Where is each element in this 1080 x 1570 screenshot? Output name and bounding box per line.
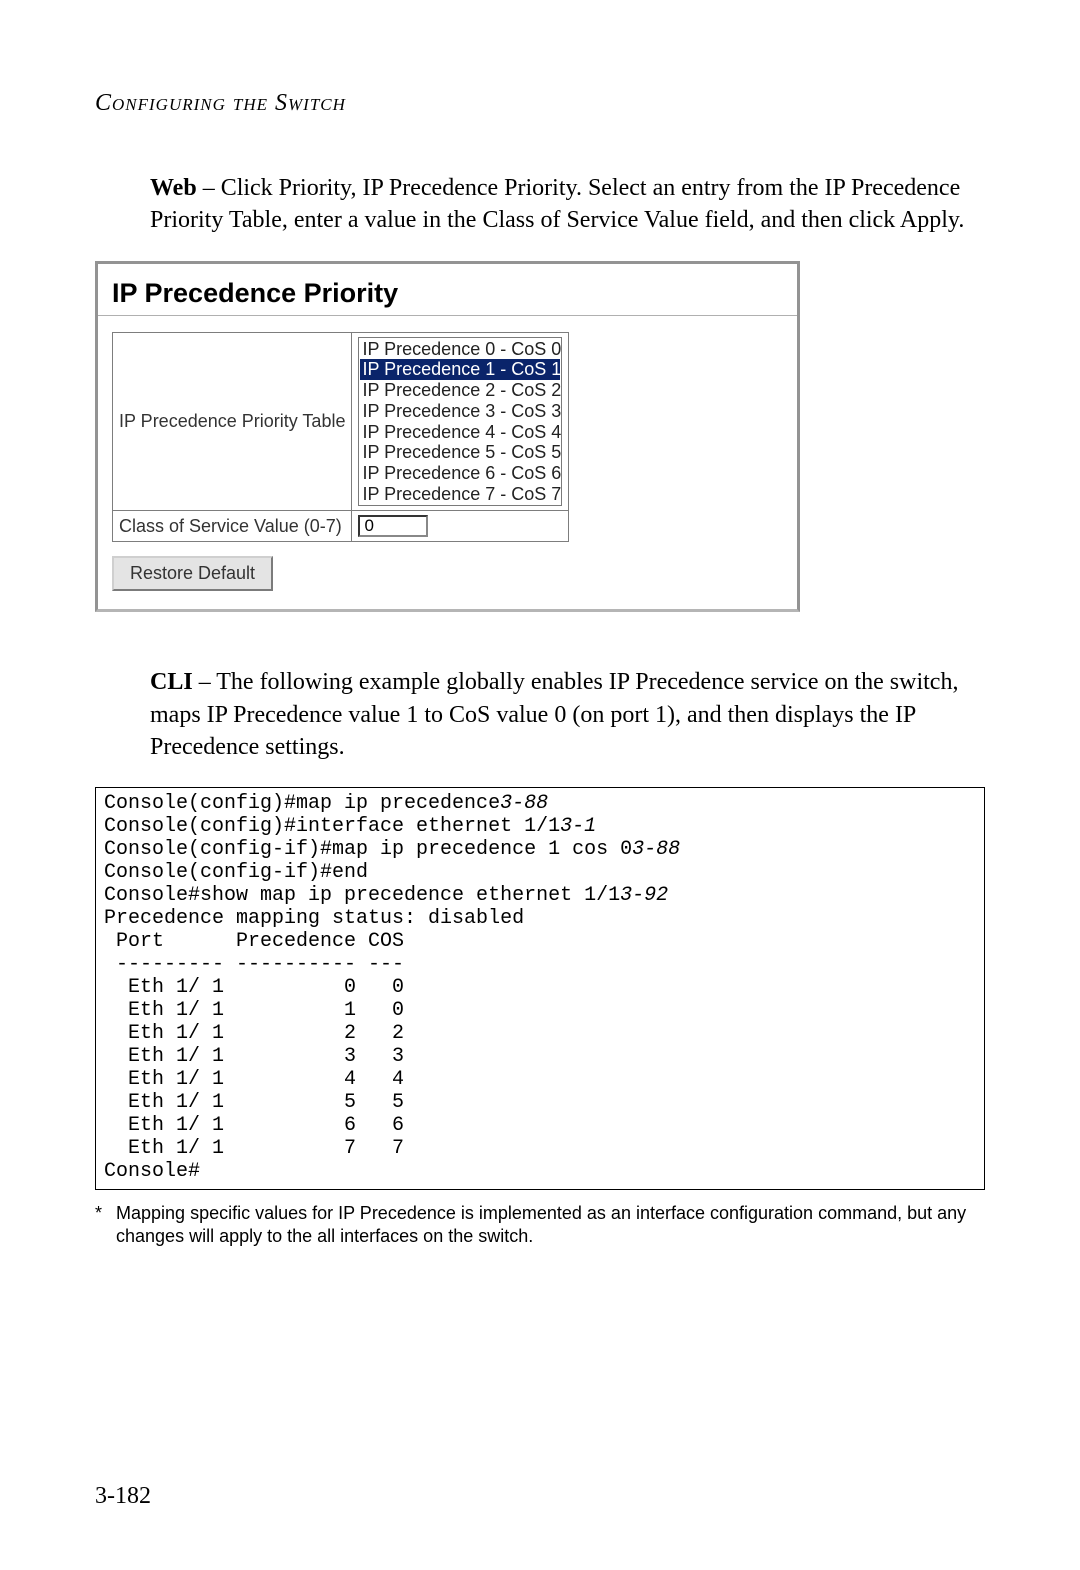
cos-value-input[interactable] — [358, 515, 428, 537]
divider — [98, 315, 797, 316]
cli-lead: CLI — [150, 669, 193, 695]
listbox-option[interactable]: IP Precedence 3 - CoS 3 — [360, 401, 560, 422]
table-value-cell: IP Precedence 0 - CoS 0IP Precedence 1 -… — [352, 332, 569, 511]
page-number: 3-182 — [95, 1483, 151, 1510]
web-text: – Click Priority, IP Precedence Priority… — [150, 175, 964, 233]
listbox-option[interactable]: IP Precedence 6 - CoS 6 — [360, 463, 560, 484]
config-table: IP Precedence Priority Table IP Preceden… — [112, 332, 569, 543]
listbox-option[interactable]: IP Precedence 1 - CoS 1 — [360, 359, 560, 380]
listbox-option[interactable]: IP Precedence 0 - CoS 0 — [360, 339, 560, 360]
table-row: Class of Service Value (0-7) — [113, 511, 569, 542]
panel-heading: IP Precedence Priority — [112, 278, 783, 309]
table-row: IP Precedence Priority Table IP Preceden… — [113, 332, 569, 511]
listbox-option[interactable]: IP Precedence 7 - CoS 7 — [360, 484, 560, 505]
cli-output: Console(config)#map ip precedence3-88Con… — [95, 787, 985, 1190]
cos-value-cell — [352, 511, 569, 542]
footnote-text: Mapping specific values for IP Precedenc… — [116, 1202, 985, 1247]
ip-precedence-listbox[interactable]: IP Precedence 0 - CoS 0IP Precedence 1 -… — [358, 337, 562, 507]
cos-label-cell: Class of Service Value (0-7) — [113, 511, 352, 542]
web-paragraph: Web – Click Priority, IP Precedence Prio… — [150, 172, 975, 237]
cli-text: – The following example globally enables… — [150, 669, 958, 760]
web-lead: Web — [150, 175, 197, 201]
chapter-title: Configuring the Switch — [95, 90, 985, 117]
listbox-option[interactable]: IP Precedence 5 - CoS 5 — [360, 442, 560, 463]
footnote: * Mapping specific values for IP Precede… — [95, 1202, 985, 1247]
listbox-option[interactable]: IP Precedence 4 - CoS 4 — [360, 422, 560, 443]
restore-default-button[interactable]: Restore Default — [112, 556, 273, 591]
footnote-mark: * — [95, 1202, 102, 1247]
listbox-option[interactable]: IP Precedence 2 - CoS 2 — [360, 380, 560, 401]
cli-paragraph: CLI – The following example globally ena… — [150, 666, 975, 763]
table-label-cell: IP Precedence Priority Table — [113, 332, 352, 511]
ip-precedence-panel: IP Precedence Priority IP Precedence Pri… — [95, 261, 800, 613]
